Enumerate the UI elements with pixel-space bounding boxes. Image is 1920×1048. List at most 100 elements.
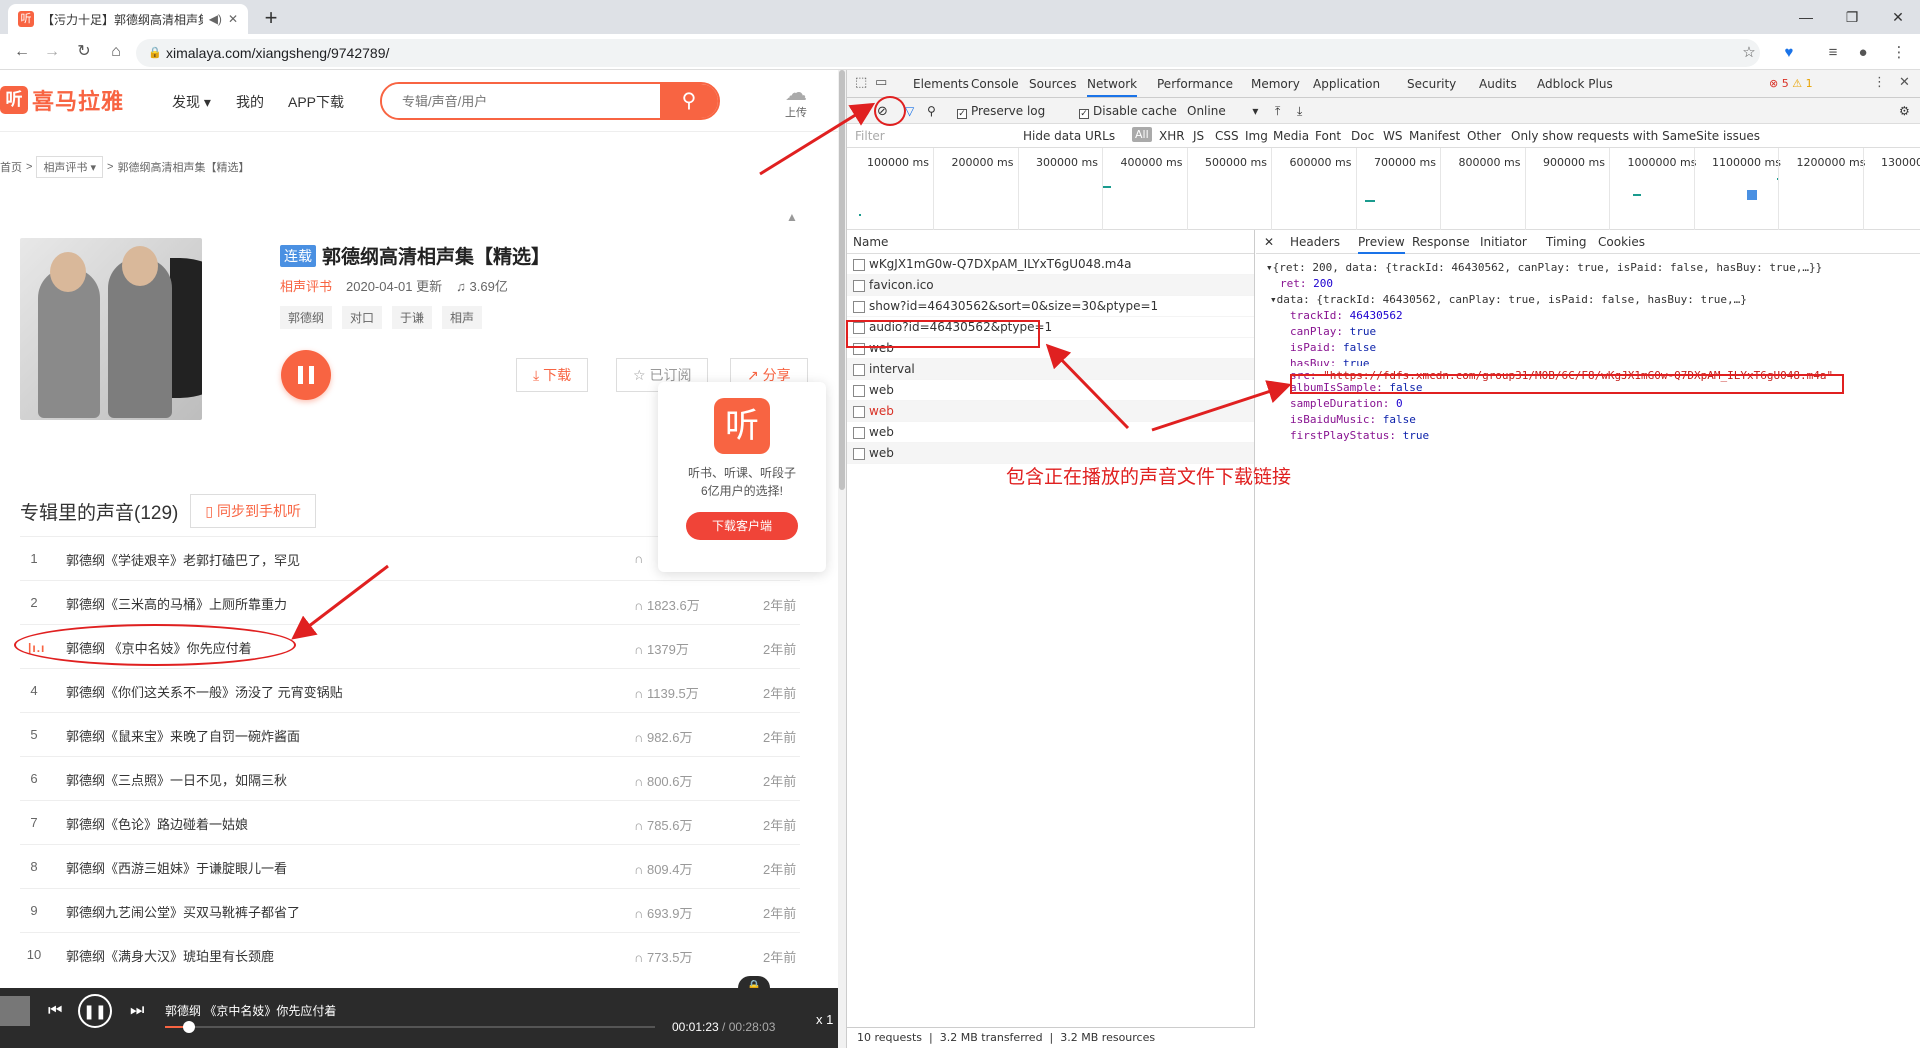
track-title[interactable]: 郭德纲《三点照》一日不见，如隔三秋 — [66, 770, 287, 789]
request-row[interactable]: web — [847, 380, 1254, 401]
tab-security[interactable]: Security — [1407, 77, 1456, 91]
upload-button[interactable]: ☁ 上传 — [778, 82, 814, 120]
tab-network[interactable]: Network — [1087, 77, 1138, 97]
track-row[interactable]: 4 郭德纲《你们这关系不一般》汤没了 元宵变锅贴 ∩ 1139.5万 2年前 — [20, 668, 800, 712]
request-row[interactable]: wKgJX1mG0w-Q7DXpAM_ILYxT6gU048.m4a — [847, 254, 1254, 275]
track-title[interactable]: 郭德纲《色论》路边碰着一姑娘 — [66, 814, 248, 833]
hide-data-urls-checkbox[interactable]: Hide data URLs — [1023, 129, 1115, 143]
filter-doc[interactable]: Doc — [1351, 129, 1374, 143]
filter-icon[interactable]: ▽ — [905, 104, 914, 118]
progress-bar[interactable] — [165, 1021, 655, 1033]
search-input[interactable] — [382, 84, 664, 118]
scrollbar-thumb[interactable] — [839, 70, 845, 490]
tab-headers[interactable]: Headers — [1290, 235, 1340, 249]
filter-ws[interactable]: WS — [1383, 129, 1402, 143]
track-row[interactable]: 10 郭德纲《满身大汉》琥珀里有长颈鹿 ∩ 773.5万 2年前 — [20, 932, 800, 976]
album-category[interactable]: 相声评书 — [280, 276, 332, 295]
player-pause-button[interactable]: ❚❚ — [78, 994, 112, 1028]
tab-close-icon[interactable]: ✕ — [228, 12, 238, 26]
home-icon[interactable]: ⌂ — [104, 40, 128, 64]
new-tab-button[interactable]: + — [258, 6, 284, 32]
filter-css[interactable]: CSS — [1215, 129, 1239, 143]
track-title[interactable]: 郭德纲《你们这关系不一般》汤没了 元宵变锅贴 — [66, 682, 343, 701]
maximize-button[interactable]: ❐ — [1832, 4, 1872, 30]
tag-item[interactable]: 于谦 — [392, 306, 433, 329]
filter-xhr[interactable]: XHR — [1159, 129, 1185, 143]
forward-icon[interactable]: → — [40, 40, 64, 64]
back-icon[interactable]: ← — [10, 40, 34, 64]
device-toolbar-icon[interactable]: ▭ — [875, 75, 887, 90]
bookmark-star-icon[interactable]: ☆ — [1738, 42, 1760, 64]
tab-preview[interactable]: Preview — [1358, 235, 1405, 254]
reading-list-icon[interactable]: ≡ — [1822, 42, 1844, 64]
request-row[interactable]: web — [847, 401, 1254, 422]
devtools-close-icon[interactable]: ✕ — [1899, 75, 1910, 90]
track-row[interactable]: 6 郭德纲《三点照》一日不见，如隔三秋 ∩ 800.6万 2年前 — [20, 756, 800, 800]
track-title[interactable]: 郭德纲九艺闹公堂》买双马靴裤子都省了 — [66, 902, 300, 921]
breadcrumb-category[interactable]: 相声评书 ▾ — [36, 156, 104, 178]
sync-to-phone-button[interactable]: ▯ 同步到手机听 — [190, 494, 316, 528]
detail-close-icon[interactable]: ✕ — [1264, 235, 1274, 249]
breadcrumb-home[interactable]: 首页 — [0, 159, 22, 175]
json-data[interactable]: ▾data: {trackId: 46430562, canPlay: true… — [1266, 292, 1833, 308]
speed-button[interactable]: x 1 — [816, 1012, 833, 1027]
browser-menu-icon[interactable]: ⋮ — [1888, 42, 1910, 64]
tab-performance[interactable]: Performance — [1157, 77, 1233, 91]
json-root[interactable]: ▾{ret: 200, data: {trackId: 46430562, ca… — [1266, 260, 1833, 276]
name-column-header[interactable]: Name — [847, 230, 1254, 254]
address-bar[interactable]: 🔒 ximalaya.com/xiangsheng/9742789/ — [136, 39, 1760, 67]
download-button[interactable]: ⤓ 下载 — [516, 358, 589, 392]
filter-font[interactable]: Font — [1315, 129, 1341, 143]
track-row[interactable]: 9 郭德纲九艺闹公堂》买双马靴裤子都省了 ∩ 693.9万 2年前 — [20, 888, 800, 932]
minimize-button[interactable]: — — [1786, 4, 1826, 30]
request-row[interactable]: web — [847, 443, 1254, 464]
import-har-icon[interactable]: ⤒ — [1275, 104, 1280, 119]
tag-item[interactable]: 相声 — [442, 306, 483, 329]
filter-input[interactable]: Filter — [855, 129, 885, 143]
tag-item[interactable]: 郭德纲 — [280, 306, 333, 329]
disable-cache-checkbox[interactable]: ✓ Disable cache — [1079, 104, 1177, 119]
request-row[interactable]: interval — [847, 359, 1254, 380]
next-track-icon[interactable]: ⏭ — [130, 1002, 144, 1020]
nav-mine[interactable]: 我的 — [236, 92, 264, 112]
filter-media[interactable]: Media — [1273, 129, 1309, 143]
tab-elements[interactable]: Elements — [913, 77, 969, 91]
track-row[interactable]: 7 郭德纲《色论》路边碰着一姑娘 ∩ 785.6万 2年前 — [20, 800, 800, 844]
filter-manifest[interactable]: Manifest — [1409, 129, 1460, 143]
nav-app-download[interactable]: APP下载 — [288, 92, 344, 112]
track-row[interactable]: 5 郭德纲《鼠来宝》来晚了自罚一碗炸酱面 ∩ 982.6万 2年前 — [20, 712, 800, 756]
nav-discover[interactable]: 发现 ▾ — [172, 92, 211, 112]
lock-icon[interactable]: 🔒 — [148, 39, 162, 67]
tab-memory[interactable]: Memory — [1251, 77, 1300, 91]
throttle-select[interactable]: Online ▾ — [1187, 104, 1258, 118]
collapse-icon[interactable]: ▲ — [786, 210, 798, 224]
track-title[interactable]: 郭德纲《学徒艰辛》老郭打磕巴了，罕见 — [66, 550, 300, 569]
network-timeline[interactable]: 100000 ms 200000 ms 300000 ms 400000 ms 5000… — [847, 148, 1920, 230]
site-logo[interactable]: 听 喜马拉雅 — [0, 84, 124, 116]
request-row[interactable]: favicon.ico — [847, 275, 1254, 296]
export-har-icon[interactable]: ⤓ — [1297, 104, 1302, 119]
search-icon[interactable]: ⚲ — [927, 104, 936, 118]
network-settings-icon[interactable]: ⚙ — [1899, 104, 1910, 118]
progress-knob[interactable] — [183, 1021, 195, 1033]
devtools-menu-icon[interactable]: ⋮ — [1873, 75, 1886, 90]
download-client-button[interactable]: 下载客户端 — [686, 512, 798, 540]
track-title[interactable]: 郭德纲《满身大汉》琥珀里有长颈鹿 — [66, 946, 274, 965]
track-title[interactable]: 郭德纲《西游三姐妹》于谦腚眼儿一看 — [66, 858, 287, 877]
tab-application[interactable]: Application — [1313, 77, 1380, 91]
reload-icon[interactable]: ↻ — [72, 40, 96, 64]
tab-initiator[interactable]: Initiator — [1480, 235, 1527, 249]
extension-icon[interactable]: ♥ — [1778, 42, 1800, 64]
inspect-element-icon[interactable]: ⬚ — [855, 75, 867, 90]
preserve-log-checkbox[interactable]: ✓ Preserve log — [957, 104, 1045, 119]
track-title[interactable]: 郭德纲《三米高的马桶》上厕所靠重力 — [66, 594, 287, 613]
filter-all[interactable]: All — [1132, 127, 1152, 142]
prev-track-icon[interactable]: ⏮ — [48, 1002, 62, 1020]
audio-icon[interactable]: ◀) — [209, 12, 222, 26]
filter-img[interactable]: Img — [1245, 129, 1268, 143]
samesite-checkbox[interactable]: Only show requests with SameSite issues — [1511, 129, 1760, 143]
tab-audits[interactable]: Audits — [1479, 77, 1517, 91]
record-icon[interactable] — [857, 105, 869, 117]
track-title[interactable]: 郭德纲《鼠来宝》来晚了自罚一碗炸酱面 — [66, 726, 300, 745]
profile-avatar-icon[interactable]: ● — [1852, 42, 1874, 64]
